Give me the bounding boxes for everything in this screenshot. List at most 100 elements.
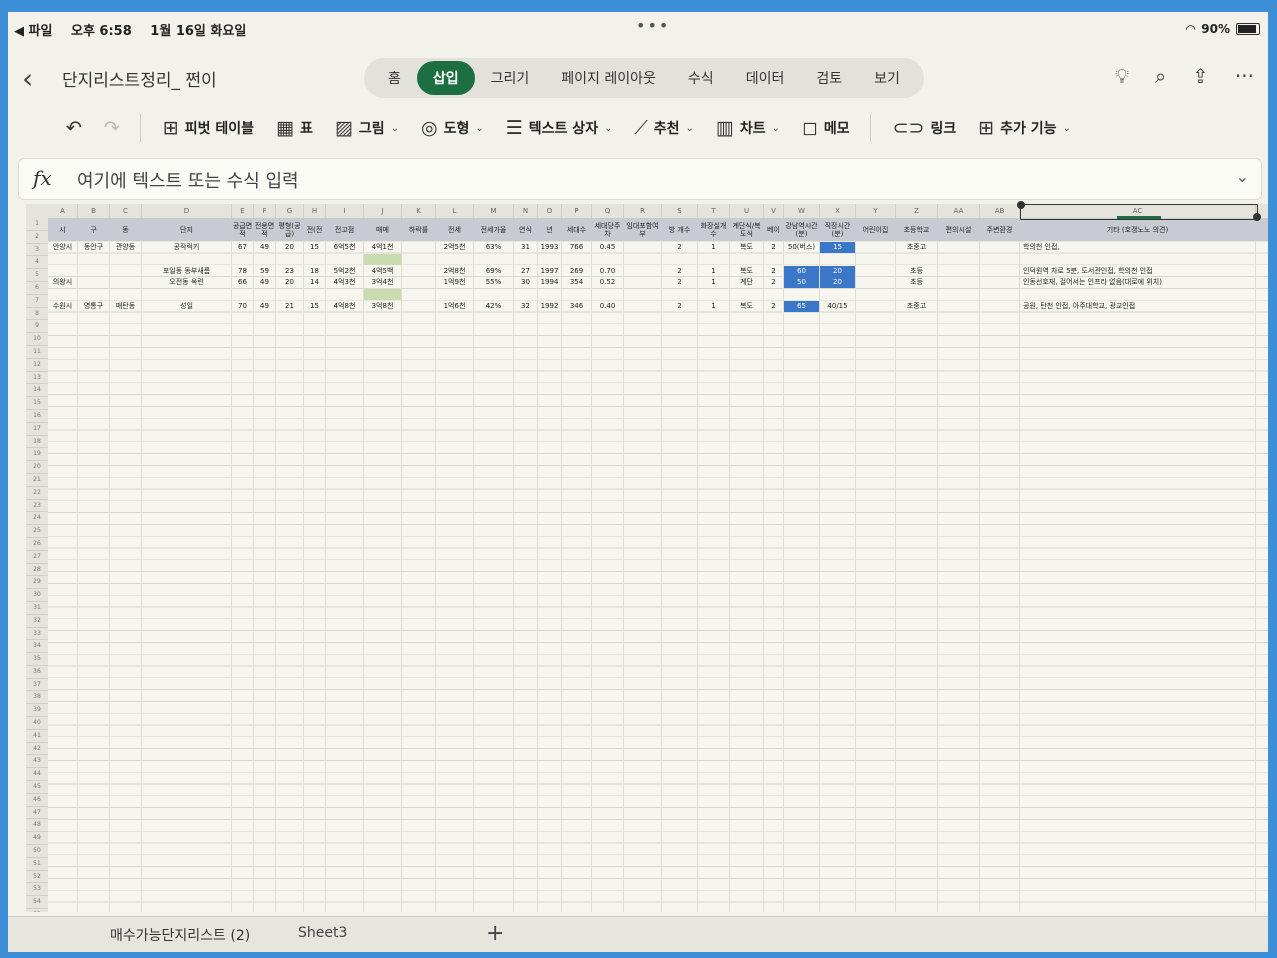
column-header-27[interactable]: AB <box>980 204 1020 218</box>
table-cell[interactable]: 복도 <box>730 301 763 312</box>
row-header[interactable]: 48 <box>26 819 48 833</box>
chart-button[interactable]: ▥ 차트 ⌄ <box>716 117 780 139</box>
column-header-8[interactable]: I <box>326 204 364 218</box>
table-cell[interactable]: 4억5백 <box>364 266 401 277</box>
table-cell[interactable]: 21 <box>276 301 303 312</box>
header-cell-10[interactable]: 하락률 <box>402 218 435 241</box>
table-cell[interactable]: 27 <box>514 266 537 277</box>
table-cell[interactable]: 2 <box>662 301 697 312</box>
table-cell[interactable] <box>856 301 895 312</box>
header-cell-2[interactable]: 동 <box>110 218 141 241</box>
formula-input[interactable]: 여기에 텍스트 또는 수식 입력 <box>77 167 299 193</box>
table-cell[interactable]: 0.40 <box>592 301 623 312</box>
row-header[interactable]: 9 <box>26 320 48 334</box>
table-cell[interactable] <box>980 242 1019 253</box>
column-header-13[interactable]: N <box>514 204 538 218</box>
row-header[interactable]: 14 <box>26 384 48 398</box>
table-cell[interactable]: 1993 <box>538 242 561 253</box>
header-cell-28[interactable]: 기타 (호갱노노 의견) <box>1020 218 1255 241</box>
document-title[interactable]: 단지리스트정리_ 쩐이 <box>62 66 217 91</box>
row-header[interactable]: 4 <box>26 256 48 270</box>
table-cell[interactable] <box>364 289 401 301</box>
row-header[interactable]: 15 <box>26 397 48 410</box>
table-cell[interactable]: 346 <box>562 301 591 312</box>
table-cell[interactable] <box>980 301 1019 312</box>
table-cell[interactable]: 복도 <box>730 242 763 253</box>
table-cell[interactable] <box>538 254 561 265</box>
table-cell[interactable]: 1 <box>698 242 729 253</box>
header-cell-0[interactable]: 시 <box>48 218 77 241</box>
table-cell[interactable] <box>592 254 623 265</box>
table-cell[interactable] <box>276 254 303 265</box>
row-header[interactable]: 16 <box>26 410 48 423</box>
table-cell[interactable]: 2 <box>764 301 783 312</box>
row-header[interactable]: 49 <box>26 832 48 846</box>
table-cell[interactable]: 공작럭키 <box>142 242 231 253</box>
table-cell[interactable] <box>142 254 231 265</box>
row-header[interactable]: 33 <box>26 628 48 641</box>
table-cell[interactable] <box>820 254 855 265</box>
header-cell-21[interactable]: 베이 <box>764 218 783 241</box>
table-cell[interactable]: 20 <box>276 277 303 288</box>
table-cell[interactable]: 70 <box>232 301 253 312</box>
table-cell[interactable]: 0.45 <box>592 242 623 253</box>
row-header[interactable]: 30 <box>26 589 48 602</box>
table-cell[interactable] <box>764 289 783 300</box>
column-header-19[interactable]: T <box>698 204 730 218</box>
table-cell[interactable]: 초등 <box>896 266 937 277</box>
table-cell[interactable]: 2 <box>764 266 783 277</box>
table-cell[interactable]: 매탄동 <box>110 301 141 312</box>
table-cell[interactable]: 766 <box>562 242 591 253</box>
row-header[interactable]: 35 <box>26 653 48 666</box>
table-cell[interactable] <box>304 254 325 265</box>
add-sheet-button[interactable]: + <box>486 921 504 946</box>
header-cell-24[interactable]: 어린이집 <box>856 218 895 241</box>
pivot-table-button[interactable]: ⊞ 피벗 테이블 <box>163 117 254 139</box>
table-cell[interactable] <box>474 289 513 300</box>
table-cell[interactable] <box>764 254 783 265</box>
table-cell[interactable]: 수원시 <box>48 301 77 312</box>
column-header-26[interactable]: AA <box>938 204 980 218</box>
row-header[interactable]: 28 <box>26 564 48 577</box>
table-cell[interactable] <box>938 277 979 288</box>
multitask-dots-icon[interactable]: ••• <box>636 16 670 35</box>
table-cell[interactable]: 50 <box>784 277 819 289</box>
header-cell-6[interactable]: 평형(공급) <box>276 218 303 241</box>
row-header[interactable]: 18 <box>26 436 48 449</box>
row-header[interactable]: 44 <box>26 768 48 782</box>
row-header[interactable]: 54 <box>26 896 48 910</box>
column-header-23[interactable]: X <box>820 204 856 218</box>
row-header[interactable]: 26 <box>26 538 48 551</box>
addins-button[interactable]: ⊞ 추가 기능 ⌄ <box>978 117 1071 139</box>
table-cell[interactable] <box>402 301 435 312</box>
table-cell[interactable]: 15 <box>304 301 325 312</box>
table-cell[interactable]: 초등 <box>896 277 937 288</box>
header-cell-27[interactable]: 주변환경 <box>980 218 1019 241</box>
table-cell[interactable]: 1억6천 <box>436 301 473 312</box>
header-cell-8[interactable]: 전고점 <box>326 218 363 241</box>
table-cell[interactable] <box>896 289 937 300</box>
row-header[interactable]: 55 <box>26 909 48 912</box>
table-button[interactable]: ▦ 표 <box>276 117 313 139</box>
tab-5[interactable]: 데이터 <box>730 61 801 95</box>
table-cell[interactable] <box>938 266 979 277</box>
table-cell[interactable]: 2억5천 <box>436 242 473 253</box>
back-chevron-icon[interactable]: ‹ <box>22 62 33 95</box>
table-cell[interactable]: 관양동 <box>110 242 141 253</box>
table-cell[interactable] <box>896 254 937 265</box>
table-cell[interactable]: 2 <box>764 277 783 288</box>
row-header[interactable]: 50 <box>26 845 48 858</box>
table-cell[interactable] <box>856 277 895 288</box>
table-cell[interactable]: 269 <box>562 266 591 277</box>
table-cell[interactable]: 65 <box>784 301 819 312</box>
header-cell-13[interactable]: 연식 <box>514 218 537 241</box>
selected-shape[interactable] <box>1017 201 1261 221</box>
table-cell[interactable]: 354 <box>562 277 591 288</box>
row-header[interactable]: 7 <box>26 295 48 308</box>
row-header[interactable]: 37 <box>26 679 48 692</box>
table-cell[interactable] <box>402 266 435 277</box>
table-cell[interactable]: 67 <box>232 242 253 253</box>
table-cell[interactable]: 1997 <box>538 266 561 277</box>
back-to-app-link[interactable]: ◀ 파일 <box>14 24 52 39</box>
table-cell[interactable] <box>232 289 253 300</box>
